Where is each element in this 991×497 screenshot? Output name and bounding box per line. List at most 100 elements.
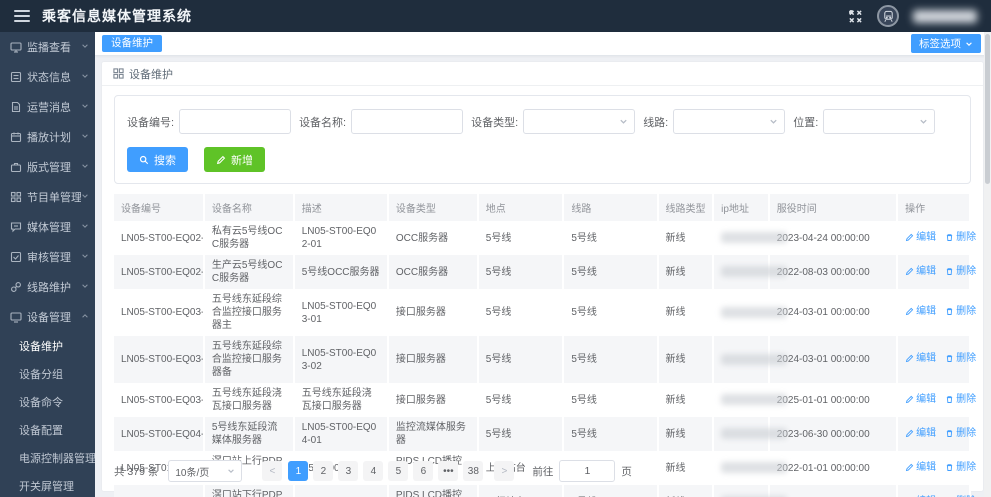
add-button[interactable]: 新增 (204, 147, 265, 172)
cell-desc: LN05-ST00-EQ03-01 (293, 289, 389, 336)
screen-icon (10, 41, 22, 53)
tag-options-button[interactable]: 标签选项 (911, 34, 981, 53)
edit-link[interactable]: 编辑 (905, 352, 936, 365)
fullscreen-icon[interactable] (848, 9, 863, 24)
edit-icon (906, 267, 914, 275)
tab-device-maintenance[interactable]: 设备维护 (102, 35, 162, 52)
sidebar-item-label: 监播查看 (27, 42, 71, 54)
ip-redacted (721, 232, 788, 244)
edit-link[interactable]: 编辑 (905, 265, 936, 278)
sidebar-subitem-power-controller-management[interactable]: 电源控制器管理 (0, 444, 95, 472)
table-row: LN05-ST00-EQ04-015号线东延段流媒体服务器LN05-ST00-E… (114, 417, 976, 451)
search-button[interactable]: 搜索 (127, 147, 188, 172)
cell-desc: 5号线OCC服务器 (293, 255, 389, 289)
app-title: 乘客信息媒体管理系统 (42, 8, 192, 24)
cell-line_type: 新线 (657, 221, 715, 255)
sidebar-item-label: 审核管理 (27, 252, 71, 264)
cell-desc: 五号线东延段浇瓦接口服务器 (293, 383, 389, 417)
position-select[interactable] (823, 109, 936, 134)
cell-ip (713, 383, 788, 417)
table-row: LN05-ST00-EQ03-10五号线东延段浇瓦接口服务器五号线东延段浇瓦接口… (114, 383, 976, 417)
page-button-38[interactable]: 38 (463, 461, 484, 481)
table-row: LN05-ST00-EQ03-02五号线东延段综合监控接口服务器备LN05-ST… (114, 336, 976, 383)
page-size-select[interactable]: 10条/页 (168, 460, 243, 482)
sidebar-item-audit-management[interactable]: 审核管理 (0, 242, 95, 272)
column-header-2: 描述 (293, 194, 389, 221)
user-name-redacted[interactable] (913, 9, 977, 23)
field-device-name: 设备名称: (299, 109, 464, 134)
cell-ip (713, 417, 788, 451)
table-header-row: 设备编号 设备名称 描述 设备类型 地点 线路 线路类型 ip地址 服役时间 操作 (114, 194, 971, 221)
page-button-3[interactable]: 3 (338, 461, 359, 481)
page-button-6[interactable]: 6 (413, 461, 434, 481)
sidebar-item-label: 媒体管理 (27, 222, 71, 234)
page-button-2[interactable]: 2 (313, 461, 334, 481)
delete-link[interactable]: 删除 (945, 265, 976, 278)
sidebar-item-line-maintenance[interactable]: 线路维护 (0, 272, 95, 302)
cell-name: 五号线东延段综合监控接口服务器备 (203, 336, 295, 383)
edit-link[interactable]: 编辑 (905, 393, 936, 406)
field-device-code: 设备编号: (127, 109, 292, 134)
sidebar-subitem-device-command[interactable]: 设备命令 (0, 388, 95, 416)
add-button-label: 新增 (231, 154, 253, 167)
device-name-input[interactable] (351, 109, 464, 134)
tab-bar: 设备维护 标签选项 (95, 32, 991, 56)
cell-line: 5号线 (563, 289, 659, 336)
sidebar-item-label: 状态信息 (27, 72, 71, 84)
device-code-input[interactable] (179, 109, 292, 134)
chevron-down-icon (920, 119, 927, 124)
sidebar-item-device-management[interactable]: 设备管理 (0, 302, 95, 332)
sidebar-subitem-device-config[interactable]: 设备配置 (0, 416, 95, 444)
sidebar-item-play-plan[interactable]: 播放计划 (0, 122, 95, 152)
delete-link[interactable]: 删除 (945, 393, 976, 406)
cell-code: LN05-ST00-EQ02-02 (114, 255, 205, 289)
cell-line: 5号线 (563, 255, 659, 289)
page-button-1[interactable]: 1 (288, 461, 309, 481)
delete-link[interactable]: 删除 (945, 231, 976, 244)
sidebar-item-label: 运营消息 (27, 102, 71, 114)
sidebar-item-status-info[interactable]: 状态信息 (0, 62, 95, 92)
table-row: LN05-ST00-EQ03-01五号线东延段综合监控接口服务器主LN05-ST… (114, 289, 976, 336)
cell-ip (713, 255, 788, 289)
scrollbar[interactable] (984, 32, 991, 497)
cell-actions: 编辑删除 (897, 336, 976, 383)
prev-page-button[interactable]: < (262, 461, 283, 481)
next-page-button[interactable]: > (494, 461, 515, 481)
cell-service_time: 2024-03-01 00:00:00 (768, 289, 899, 336)
page-button-4[interactable]: 4 (363, 461, 384, 481)
sidebar-item-program-list-management[interactable]: 节目单管理 (0, 182, 95, 212)
grid-icon (113, 68, 124, 79)
sidebar-subitem-switch-screen-management[interactable]: 开关屏管理 (0, 472, 95, 497)
sidebar-item-media-management[interactable]: 媒体管理 (0, 212, 95, 242)
delete-link[interactable]: 删除 (945, 305, 976, 318)
cell-name: 五号线东延段浇瓦接口服务器 (203, 383, 295, 417)
edit-link[interactable]: 编辑 (905, 305, 936, 318)
edit-link[interactable]: 编辑 (905, 231, 936, 244)
hamburger-menu-icon[interactable] (14, 10, 30, 22)
sidebar-item-monitor-view[interactable]: 监播查看 (0, 32, 95, 62)
field-device-type: 设备类型: (471, 109, 636, 134)
delete-icon (947, 267, 953, 275)
chevron-down-icon (81, 131, 89, 143)
sidebar-subitem-device-group[interactable]: 设备分组 (0, 360, 95, 388)
delete-link[interactable]: 删除 (945, 352, 976, 365)
edit-icon (906, 395, 914, 403)
cell-code: LN05-ST00-EQ03-01 (114, 289, 205, 336)
column-header-6: 线路类型 (657, 194, 715, 221)
sidebar-subitem-device-maintenance[interactable]: 设备维护 (0, 332, 95, 360)
goto-page-input[interactable] (559, 460, 616, 482)
sidebar-item-layout-management[interactable]: 版式管理 (0, 152, 95, 182)
delete-link[interactable]: 删除 (945, 427, 976, 440)
cell-type: 接口服务器 (387, 336, 479, 383)
cell-service_time: 2022-08-03 00:00:00 (768, 255, 899, 289)
pager-ellipsis[interactable]: ••• (438, 461, 459, 481)
device-type-select[interactable] (523, 109, 636, 134)
edit-icon (906, 354, 914, 363)
user-avatar[interactable] (877, 5, 899, 27)
edit-link[interactable]: 编辑 (905, 427, 936, 440)
sidebar-item-operation-message[interactable]: 运营消息 (0, 92, 95, 122)
page-button-5[interactable]: 5 (388, 461, 409, 481)
line-select[interactable] (673, 109, 786, 134)
scrollbar-thumb[interactable] (985, 34, 990, 184)
column-header-4: 地点 (477, 194, 565, 221)
